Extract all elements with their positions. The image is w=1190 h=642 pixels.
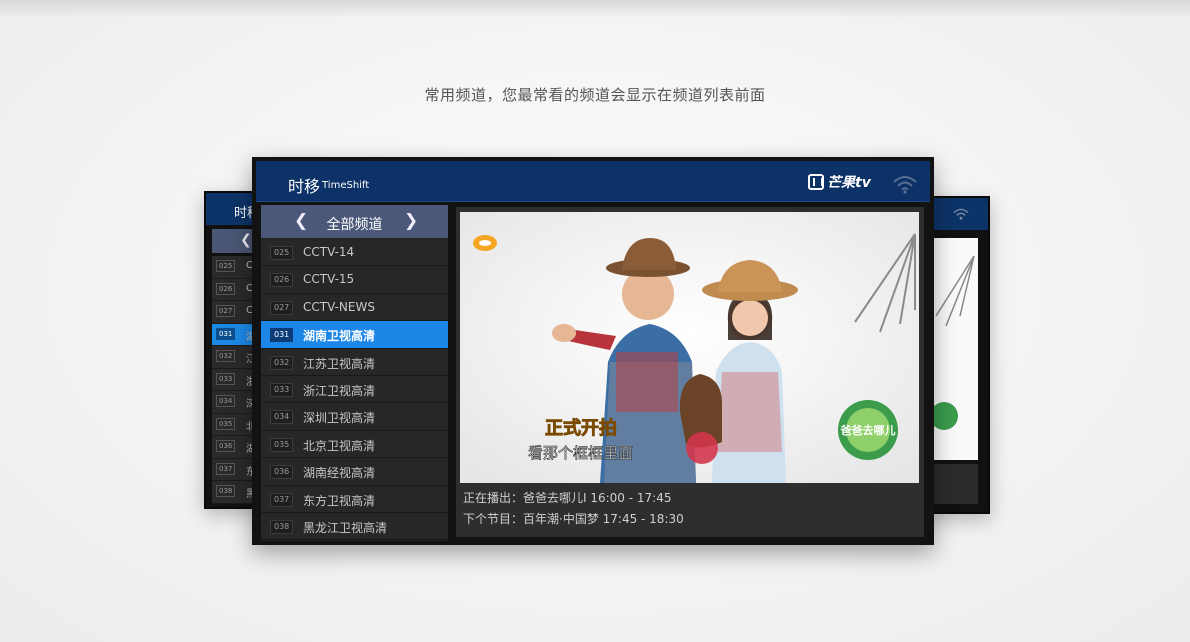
back-row-num: 037 bbox=[216, 462, 236, 475]
app-title: 时移 bbox=[288, 177, 321, 196]
video-subtitle-tag: 正式开拍 bbox=[545, 417, 617, 439]
channel-number: 037 bbox=[270, 492, 294, 507]
back-row-num: 033 bbox=[216, 372, 236, 385]
channel-name: CCTV-14 bbox=[303, 245, 355, 259]
mango-tv-logo: 芒果tv bbox=[808, 172, 871, 192]
tv-screen: 时移 TimeShift 芒果tv ❮ 全部频道 ❯ 025 CCTV-14 02… bbox=[252, 157, 934, 545]
wifi-icon bbox=[953, 208, 969, 220]
channel-row[interactable]: 033 浙江卫视高清 bbox=[261, 375, 448, 404]
video-still: 爸爸去哪儿 正式开拍 看那个框框里面 bbox=[460, 212, 919, 483]
channel-row[interactable]: 032 江苏卫视高清 bbox=[261, 348, 448, 376]
back-row-num: 036 bbox=[216, 440, 236, 452]
show-logo-text: 爸爸去哪儿 bbox=[840, 423, 896, 437]
back-row-num: 026 bbox=[216, 282, 236, 295]
wifi-icon bbox=[893, 176, 917, 194]
channel-row[interactable]: 035 北京卫视高清 bbox=[261, 430, 448, 459]
back-row-num: 027 bbox=[216, 305, 236, 317]
channel-name: 深圳卫视高清 bbox=[303, 411, 376, 426]
channel-row[interactable]: 038 黑龙江卫视高清 bbox=[261, 512, 448, 541]
channel-list: 025 CCTV-14 026 CCTV-15 027 CCTV-NEWS 031 湖南… bbox=[261, 239, 448, 541]
channel-name: 江苏卫视高清 bbox=[303, 356, 376, 371]
channel-name: 湖南卫视高清 bbox=[303, 329, 376, 344]
channel-number: 034 bbox=[270, 410, 294, 425]
channel-name: 湖南经视高清 bbox=[303, 466, 376, 481]
back-right-info bbox=[930, 464, 978, 504]
channel-category-nav: ❮ 全部频道 ❯ bbox=[261, 205, 448, 238]
chevron-left-icon: ❮ bbox=[240, 232, 252, 248]
back-row-num: 025 bbox=[216, 260, 236, 272]
channel-number: 038 bbox=[270, 519, 294, 534]
channel-number: 036 bbox=[270, 465, 294, 480]
channel-row[interactable]: 037 东方卫视高清 bbox=[261, 485, 448, 513]
channel-number: 027 bbox=[270, 300, 294, 315]
app-subtitle: TimeShift bbox=[322, 180, 370, 191]
channel-number: 031 bbox=[270, 328, 294, 343]
chevron-right-icon[interactable]: ❯ bbox=[404, 211, 418, 231]
category-title: 全部频道 bbox=[326, 217, 383, 233]
channel-number: 026 bbox=[270, 273, 294, 288]
page-caption: 常用频道，您最常看的频道会显示在频道列表前面 bbox=[424, 86, 766, 104]
channel-row[interactable]: 034 深圳卫视高清 bbox=[261, 403, 448, 431]
channel-name: 黑龙江卫视高清 bbox=[303, 520, 388, 535]
channel-name: 北京卫视高清 bbox=[303, 438, 376, 453]
back-row-num: 034 bbox=[216, 395, 236, 407]
app-header: 时移 TimeShift 芒果tv bbox=[256, 161, 930, 202]
channel-row[interactable]: 036 湖南经视高清 bbox=[261, 458, 448, 486]
channel-name: 浙江卫视高清 bbox=[303, 383, 376, 398]
channel-number: 033 bbox=[270, 382, 294, 397]
now-playing: 正在播出：爸爸去哪儿Ⅰ 16:00 - 17:45 bbox=[463, 491, 672, 505]
channel-number: 032 bbox=[270, 355, 294, 370]
channel-panel: ❮ 全部频道 ❯ 025 CCTV-14 026 CCTV-15 027 CCTV-N… bbox=[261, 205, 448, 541]
channel-row-selected[interactable]: 031 湖南卫视高清 bbox=[261, 321, 448, 349]
logo-text: 芒果tv bbox=[827, 175, 871, 191]
video-frame: 爸爸去哪儿 正式开拍 看那个框框里面 正在播出：爸爸去哪儿Ⅰ 16:00 - 1… bbox=[456, 207, 924, 537]
back-right-video bbox=[930, 238, 978, 460]
next-program: 下个节目：百年潮·中国梦 17:45 - 18:30 bbox=[463, 512, 684, 526]
back-row-num: 035 bbox=[216, 417, 236, 430]
channel-row[interactable]: 025 CCTV-14 bbox=[261, 239, 448, 267]
back-row-num: 038 bbox=[216, 485, 236, 497]
channel-row[interactable]: 026 CCTV-15 bbox=[261, 266, 448, 294]
channel-row[interactable]: 027 CCTV-NEWS bbox=[261, 293, 448, 322]
video-player[interactable]: 爸爸去哪儿 正式开拍 看那个框框里面 bbox=[460, 212, 919, 483]
back-row-num: 031 bbox=[216, 327, 236, 340]
video-subtitle-line: 看那个框框里面 bbox=[528, 444, 633, 462]
channel-name: CCTV-NEWS bbox=[303, 299, 375, 314]
back-row-num: 032 bbox=[216, 350, 236, 362]
top-shade bbox=[0, 0, 1190, 18]
channel-number: 025 bbox=[270, 246, 294, 260]
mango-tv-logo-icon bbox=[808, 174, 824, 190]
channel-name: 东方卫视高清 bbox=[303, 493, 376, 508]
channel-name: CCTV-15 bbox=[303, 272, 355, 287]
channel-number: 035 bbox=[270, 437, 294, 452]
